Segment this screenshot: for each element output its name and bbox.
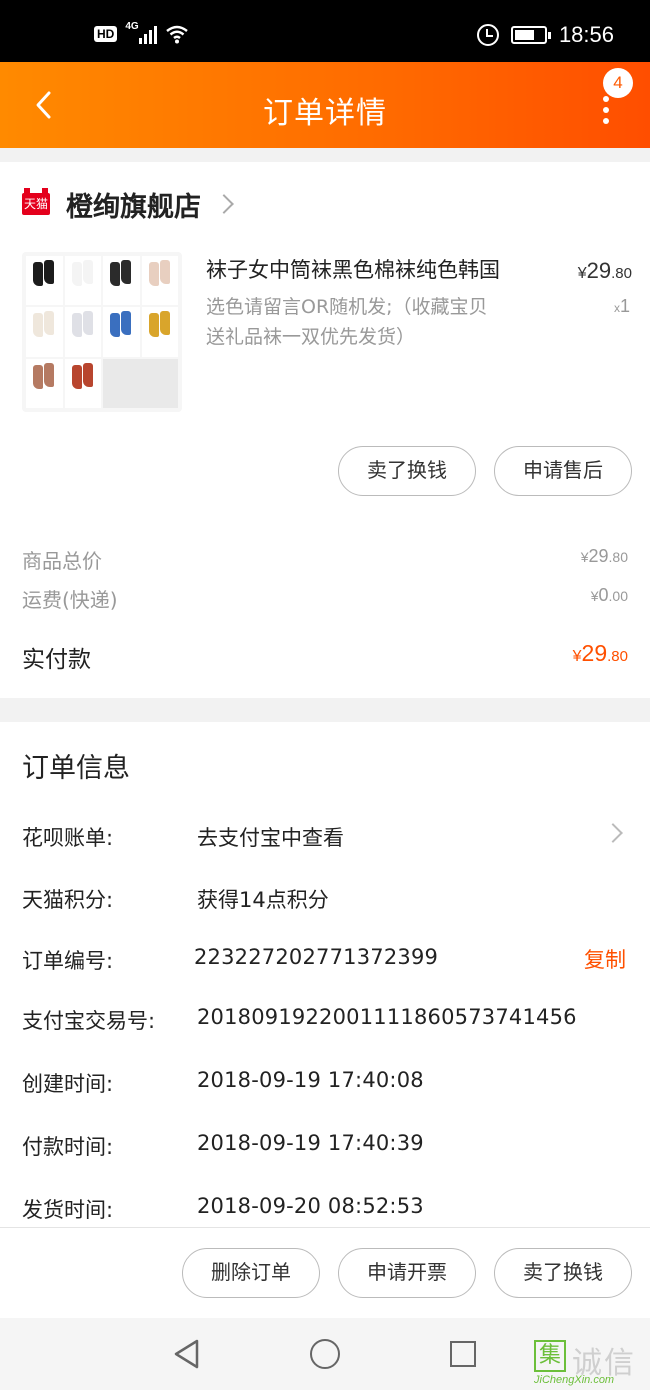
goods-total-value: ¥29.80	[580, 546, 628, 566]
order-info-card: 订单信息 花呗账单: 去支付宝中查看 天猫积分: 获得14点积分 订单编号: 2…	[0, 722, 650, 1227]
sock-swatch	[26, 358, 63, 408]
thumbnail-caption-panel	[103, 358, 178, 408]
paid-time-value: 2018-09-19 17:40:39	[197, 1131, 424, 1155]
request-invoice-button[interactable]: 申请开票	[338, 1248, 476, 1298]
huabei-label: 花呗账单:	[22, 826, 114, 850]
status-left: HD 4G	[94, 21, 189, 44]
notification-badge: 4	[603, 68, 633, 98]
paid-amount-value: ¥29.80	[572, 640, 628, 666]
huabei-link[interactable]: 去支付宝中查看	[197, 822, 344, 852]
triangle-back-icon	[174, 1339, 199, 1369]
paid-time-label: 付款时间:	[22, 1135, 114, 1159]
chevron-right-icon	[214, 194, 234, 214]
delete-order-button[interactable]: 删除订单	[182, 1248, 320, 1298]
product-title[interactable]: 袜子女中筒袜黑色棉袜纯色韩国	[206, 254, 546, 284]
alarm-icon	[476, 24, 499, 46]
after-sale-button[interactable]: 申请售后	[494, 446, 632, 496]
created-time-label: 创建时间:	[22, 1072, 114, 1096]
sock-swatch	[141, 256, 178, 306]
battery-icon	[510, 26, 551, 44]
shop-name: 橙绚旗舰店	[66, 191, 201, 223]
order-number-value: 223227202771372399	[194, 945, 439, 969]
sock-swatch	[103, 307, 140, 357]
signal-icon: 4G	[125, 21, 158, 44]
hd-icon: HD	[94, 26, 118, 42]
sock-swatch	[64, 307, 101, 357]
order-info-title: 订单信息	[22, 753, 130, 784]
sell-for-cash-button[interactable]: 卖了换钱	[338, 446, 476, 496]
page-title: 订单详情	[263, 96, 387, 131]
nav-home-button[interactable]	[310, 1339, 340, 1369]
status-right: 18:56	[476, 22, 614, 48]
order-item-card: 天猫 橙绚旗舰店 袜子女中筒袜黑色棉袜纯色韩国 ¥29.80 选色请留言OR随机…	[0, 162, 650, 698]
sell-for-cash-bottom-button[interactable]: 卖了换钱	[494, 1248, 632, 1298]
order-number-label: 订单编号:	[22, 949, 114, 973]
sku-line-2: 送礼品袜一双优先发货）	[206, 326, 416, 348]
shipped-time-value: 2018-09-20 08:52:53	[197, 1194, 424, 1218]
more-menu-button[interactable]	[596, 96, 616, 126]
shipping-value: ¥0.00	[590, 585, 628, 605]
nav-back-button[interactable]	[172, 1338, 202, 1370]
sku-line-1: 选色请留言OR随机发;（收藏宝贝	[206, 296, 488, 318]
status-bar: HD 4G 18:56	[0, 0, 650, 62]
watermark-domain: JiChengXin.com	[534, 1374, 615, 1386]
shop-link[interactable]: 天猫 橙绚旗舰店	[22, 184, 234, 224]
points-label: 天猫积分:	[22, 888, 114, 912]
product-quantity: x1	[613, 296, 630, 316]
product-sku: 选色请留言OR随机发;（收藏宝贝 送礼品袜一双优先发货）	[206, 292, 546, 352]
alipay-txn-label: 支付宝交易号:	[22, 1009, 156, 1033]
watermark-logo-icon: 集	[534, 1340, 566, 1372]
sock-swatch	[103, 256, 140, 306]
copy-button[interactable]: 复制	[584, 944, 626, 974]
app-header: 订单详情 4	[0, 62, 650, 148]
alipay-txn-value: 2018091922001111860573741456	[197, 1005, 577, 1029]
tmall-icon: 天猫	[22, 188, 50, 215]
wifi-icon	[165, 24, 189, 44]
sock-swatch	[26, 256, 63, 306]
paid-amount-label: 实付款	[22, 647, 91, 673]
nav-recents-button[interactable]	[450, 1341, 476, 1367]
sock-swatch	[26, 307, 63, 357]
created-time-value: 2018-09-19 17:40:08	[197, 1068, 424, 1092]
points-value: 获得14点积分	[197, 888, 329, 912]
shipped-time-label: 发货时间:	[22, 1198, 114, 1222]
product-price: ¥29.80	[577, 258, 632, 283]
clock: 18:56	[558, 22, 614, 47]
bottom-action-bar: 删除订单 申请开票 卖了换钱	[0, 1227, 650, 1318]
system-nav-bar: 集 诚信 JiChengXin.com	[0, 1318, 650, 1390]
watermark: 集 诚信 JiChengXin.com	[534, 1340, 650, 1390]
goods-total-label: 商品总价	[22, 549, 102, 573]
network-type: 4G	[125, 21, 139, 32]
sock-swatch	[64, 256, 101, 306]
product-thumbnail[interactable]	[22, 252, 182, 412]
sock-swatch	[141, 307, 178, 357]
sock-swatch	[64, 358, 101, 408]
chevron-right-icon[interactable]	[603, 823, 623, 843]
shipping-label: 运费(快递)	[22, 588, 118, 612]
